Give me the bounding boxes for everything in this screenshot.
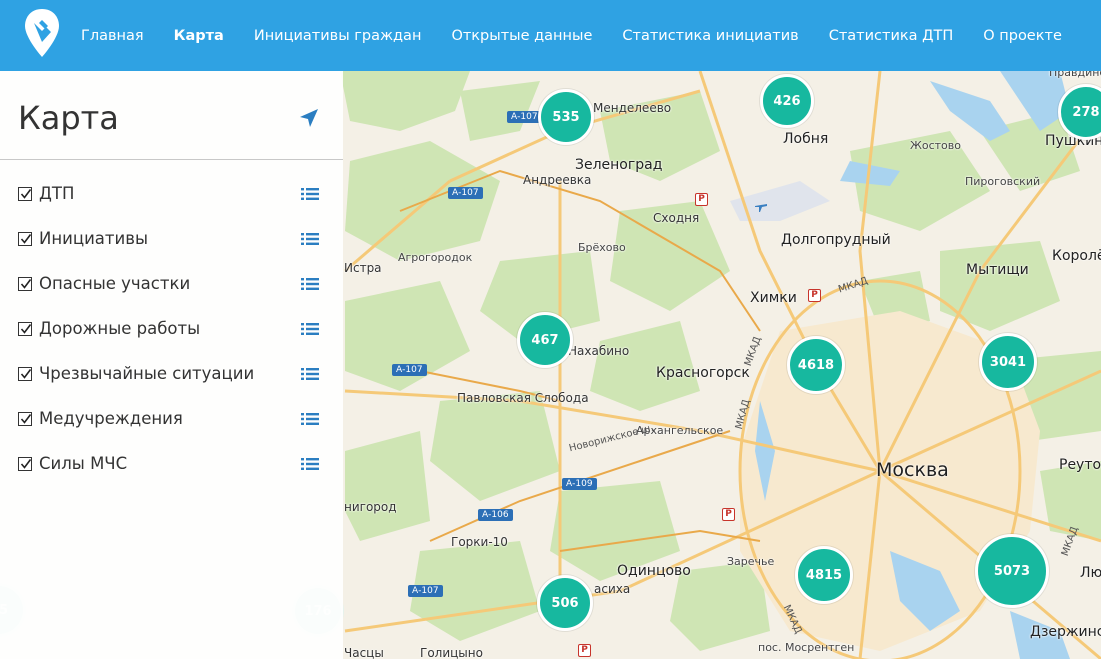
- layer-item-accidents[interactable]: ДТП: [0, 176, 343, 221]
- layer-item-dangerous-sections[interactable]: Опасные участки: [0, 266, 343, 311]
- checkmark-icon: [20, 459, 32, 469]
- map-label-asikha: асиха: [594, 582, 631, 596]
- list-icon[interactable]: [301, 322, 319, 336]
- top-navigation-bar: Главная Карта Инициативы граждан Открыты…: [0, 0, 1101, 71]
- checkmark-icon: [20, 414, 32, 424]
- locate-arrow-icon[interactable]: [298, 107, 320, 129]
- logo-map-pin-icon[interactable]: [23, 8, 61, 58]
- layer-checkbox[interactable]: [18, 457, 32, 471]
- map-label-dolgoprudny: Долгопрудный: [781, 232, 891, 248]
- checkmark-icon: [20, 234, 32, 244]
- nav-item-citizen-initiatives[interactable]: Инициативы граждан: [239, 28, 437, 44]
- map-label-agrogorodok: Агрогородок: [398, 251, 473, 264]
- map-label-khimki: Химки: [750, 290, 797, 306]
- map-label-lobnya: Лобня: [783, 131, 829, 147]
- layer-checkbox[interactable]: [18, 187, 32, 201]
- list-icon[interactable]: [301, 187, 319, 201]
- list-icon[interactable]: [301, 367, 319, 381]
- map-label-zarechye: Заречье: [727, 555, 775, 568]
- map-label-odintsovo: Одинцово: [617, 563, 691, 579]
- map-label-shodnya: Сходня: [653, 211, 700, 225]
- layer-label: Медучреждения: [39, 409, 183, 428]
- map-label-pavlovskaya-sloboda: Павловская Слобода: [457, 391, 589, 405]
- layer-label: Опасные участки: [39, 274, 191, 293]
- layer-item-roadworks[interactable]: Дорожные работы: [0, 311, 343, 356]
- list-icon[interactable]: [301, 277, 319, 291]
- rail-station-icon: Р: [695, 193, 708, 206]
- list-icon[interactable]: [301, 412, 319, 426]
- checkmark-icon: [20, 279, 32, 289]
- map-label-istra: Истра: [344, 261, 382, 275]
- layer-label: Инициативы: [39, 229, 149, 248]
- layer-label: Дорожные работы: [39, 319, 201, 338]
- cluster-marker[interactable]: 426: [760, 74, 814, 128]
- map-label-chastsy: Часцы: [344, 646, 384, 659]
- cluster-marker[interactable]: 4618: [787, 336, 845, 394]
- sidebar-divider: [0, 159, 343, 160]
- layer-item-initiatives[interactable]: Инициативы: [0, 221, 343, 266]
- map-label-reutov: Реуто: [1059, 457, 1101, 473]
- layer-list: ДТП Инициативы Опасные участки Дорожные …: [0, 176, 343, 491]
- cluster-marker[interactable]: 467: [517, 312, 573, 368]
- checkmark-icon: [20, 189, 32, 199]
- list-icon[interactable]: [301, 457, 319, 471]
- road-badge-a107: А-107: [507, 111, 542, 123]
- map-label-nakhabino: Нахабино: [568, 344, 630, 358]
- layers-sidebar: Карта ДТП Инициативы Опасные участки Дор…: [0, 71, 343, 659]
- cluster-marker[interactable]: 4815: [795, 546, 853, 604]
- road-badge-a107: А-107: [408, 585, 443, 597]
- map-label-zhostovo: Жостово: [910, 139, 961, 152]
- rail-station-icon: Р: [808, 289, 821, 302]
- main-nav: Главная Карта Инициативы граждан Открыты…: [66, 0, 1077, 71]
- layer-checkbox[interactable]: [18, 412, 32, 426]
- map-label-brekhovo: Брёхово: [578, 241, 626, 254]
- map-label-zelenograd: Зеленоград: [575, 157, 663, 173]
- layer-checkbox[interactable]: [18, 232, 32, 246]
- layer-checkbox[interactable]: [18, 322, 32, 336]
- cluster-marker[interactable]: 535: [538, 89, 594, 145]
- layer-item-emergency-forces[interactable]: Силы МЧС: [0, 446, 343, 491]
- map-label-nigorod: нигород: [344, 500, 397, 514]
- map-label-gorki-10: Горки-10: [451, 535, 508, 549]
- nav-item-initiative-stats[interactable]: Статистика инициатив: [607, 28, 813, 44]
- road-badge-a109: А-109: [562, 478, 597, 490]
- checkmark-icon: [20, 324, 32, 334]
- rail-station-icon: Р: [722, 508, 735, 521]
- layer-checkbox[interactable]: [18, 367, 32, 381]
- cluster-marker[interactable]: 5073: [975, 534, 1049, 608]
- layer-label: Силы МЧС: [39, 454, 128, 473]
- nav-item-home[interactable]: Главная: [66, 28, 159, 44]
- map-label-pirogovsky: Пироговский: [965, 175, 1041, 188]
- sidebar-title: Карта: [18, 99, 119, 137]
- layer-item-medical-facilities[interactable]: Медучреждения: [0, 401, 343, 446]
- nav-item-map[interactable]: Карта: [159, 28, 239, 44]
- rail-station-icon: Р: [578, 644, 591, 657]
- map-label-lyu: Лю: [1080, 565, 1101, 581]
- cluster-marker[interactable]: 506: [537, 575, 593, 631]
- map-label-mytishchi: Мытищи: [966, 262, 1029, 278]
- map-label-mendeleevo: Менделеево: [593, 101, 672, 115]
- map-label-golitsyno: Голицыно: [420, 646, 483, 659]
- layer-item-emergencies[interactable]: Чрезвычайные ситуации: [0, 356, 343, 401]
- road-badge-a107: А-107: [392, 364, 427, 376]
- road-badge-a107: А-107: [448, 187, 483, 199]
- map-label-moskva: Москва: [876, 459, 949, 481]
- nav-item-accident-stats[interactable]: Статистика ДТП: [814, 28, 969, 44]
- list-icon[interactable]: [301, 232, 319, 246]
- road-badge-a106: А-106: [478, 509, 513, 521]
- map-label-korolev: Королё: [1052, 248, 1101, 264]
- map-label-krasnogorsk: Красногорск: [656, 365, 750, 381]
- nav-item-about[interactable]: О проекте: [968, 28, 1077, 44]
- layer-checkbox[interactable]: [18, 277, 32, 291]
- map-label-dzerzhinsky: Дзержинс: [1030, 624, 1101, 640]
- airport-icon: [755, 204, 767, 212]
- layer-label: ДТП: [39, 184, 75, 203]
- map-label-mosrentgen: пос. Мосрентген: [758, 641, 855, 654]
- map-label-pravdinsky: Правдинский: [1049, 71, 1101, 79]
- cluster-marker[interactable]: 3041: [979, 333, 1037, 391]
- checkmark-icon: [20, 369, 32, 379]
- map-label-andreevka: Андреевка: [523, 173, 592, 187]
- layer-label: Чрезвычайные ситуации: [39, 364, 255, 383]
- nav-item-open-data[interactable]: Открытые данные: [436, 28, 607, 44]
